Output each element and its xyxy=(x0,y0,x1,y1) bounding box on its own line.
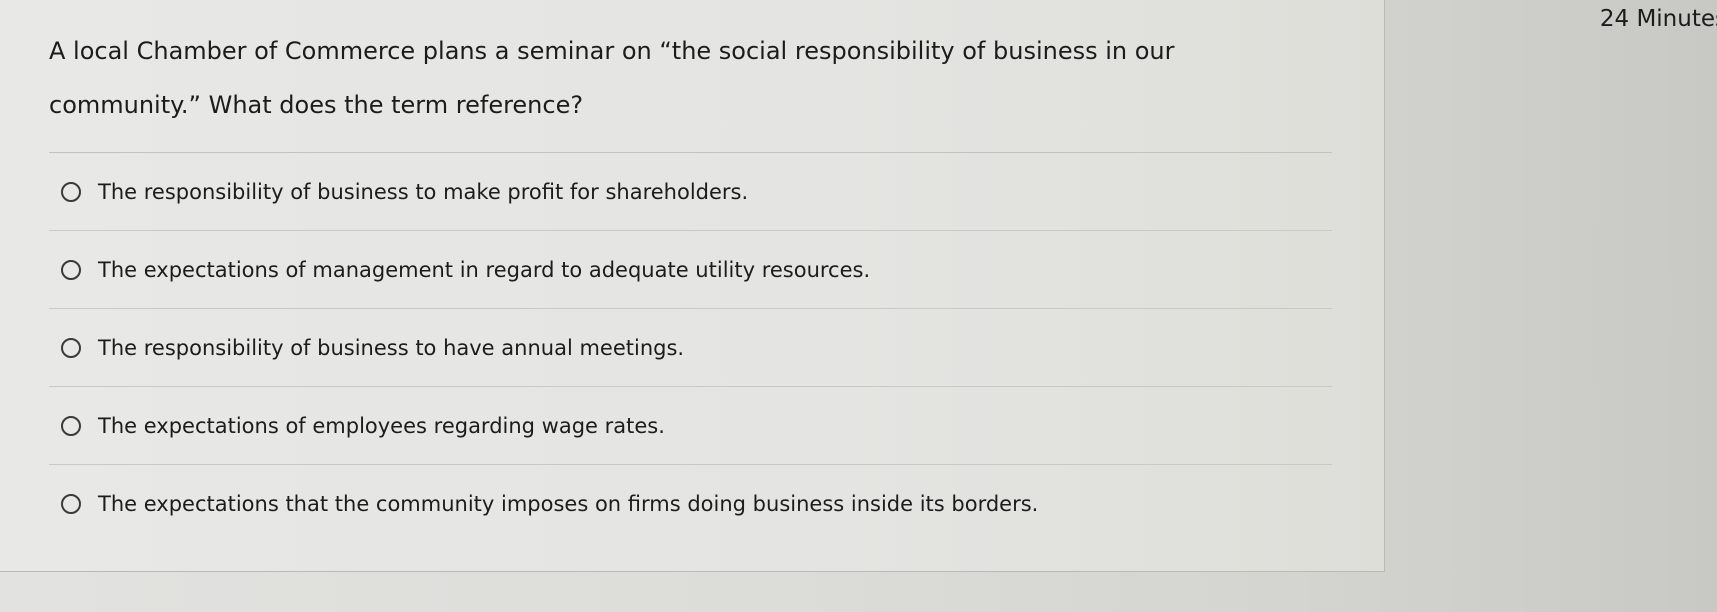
radio-button[interactable] xyxy=(61,337,81,358)
radio-button[interactable] xyxy=(61,181,81,202)
answer-option[interactable]: The responsibility of business to have a… xyxy=(49,309,1332,387)
answer-option[interactable]: The expectations that the community impo… xyxy=(49,465,1332,543)
question-panel: A local Chamber of Commerce plans a semi… xyxy=(0,0,1385,572)
answer-option-label: The expectations of management in regard… xyxy=(98,257,871,282)
answer-options: The responsibility of business to make p… xyxy=(49,153,1332,543)
answer-option[interactable]: The responsibility of business to make p… xyxy=(49,153,1332,231)
answer-option-label: The responsibility of business to make p… xyxy=(98,179,749,204)
radio-button[interactable] xyxy=(61,259,81,280)
radio-button[interactable] xyxy=(61,494,81,514)
answer-option-label: The expectations of employees regarding … xyxy=(98,413,665,438)
answer-option-label: The responsibility of business to have a… xyxy=(98,335,685,360)
question-text: A local Chamber of Commerce plans a semi… xyxy=(49,37,1175,119)
answer-option[interactable]: The expectations of management in regard… xyxy=(49,231,1332,309)
radio-button[interactable] xyxy=(61,415,81,436)
answer-option-label: The expectations that the community impo… xyxy=(98,492,1039,516)
answer-option[interactable]: The expectations of employees regarding … xyxy=(49,387,1332,465)
timer-label: 24 Minutes xyxy=(1599,6,1717,32)
